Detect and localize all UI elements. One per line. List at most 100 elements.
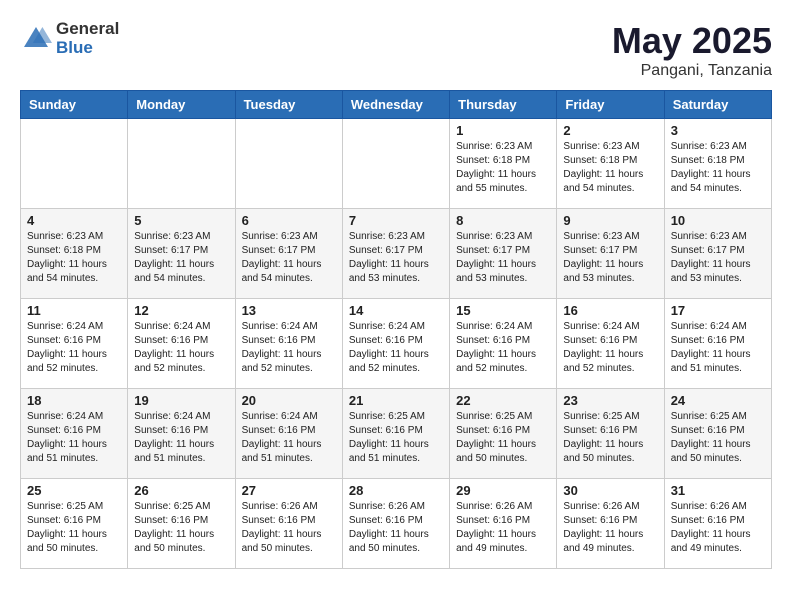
title-block: May 2025 Pangani, Tanzania bbox=[612, 20, 772, 80]
calendar-day-1: 1 Sunrise: 6:23 AM Sunset: 6:18 PM Daylig… bbox=[450, 119, 557, 209]
weekday-header-tuesday: Tuesday bbox=[235, 91, 342, 119]
day-info: Sunrise: 6:24 AM Sunset: 6:16 PM Dayligh… bbox=[134, 410, 228, 466]
day-info: Sunrise: 6:25 AM Sunset: 6:16 PM Dayligh… bbox=[27, 500, 121, 556]
calendar-day-21: 21 Sunrise: 6:25 AM Sunset: 6:16 PM Dayli… bbox=[342, 389, 449, 479]
calendar-day-4: 4 Sunrise: 6:23 AM Sunset: 6:18 PM Daylig… bbox=[21, 209, 128, 299]
day-number: 25 bbox=[27, 483, 121, 498]
day-number: 8 bbox=[456, 213, 550, 228]
calendar-day-27: 27Sunrise: 6:26 AM Sunset: 6:16 PM Dayli… bbox=[235, 479, 342, 569]
day-number: 2 bbox=[563, 123, 657, 138]
logo: General Blue bbox=[20, 20, 119, 57]
day-number: 4 bbox=[27, 213, 121, 228]
weekday-header-saturday: Saturday bbox=[664, 91, 771, 119]
calendar-title: May 2025 bbox=[612, 20, 772, 62]
calendar-week-5: 25 Sunrise: 6:25 AM Sunset: 6:16 PM Dayli… bbox=[21, 479, 772, 569]
day-info: Sunrise: 6:24 AM Sunset: 6:16 PM Dayligh… bbox=[349, 320, 443, 376]
day-number: 31 bbox=[671, 483, 765, 498]
day-number: 5 bbox=[134, 213, 228, 228]
day-info: Sunrise: 6:23 AM Sunset: 6:18 PM Dayligh… bbox=[456, 140, 550, 196]
day-info: Sunrise: 6:23 AM Sunset: 6:18 PM Dayligh… bbox=[563, 140, 657, 196]
day-info: Sunrise: 6:24 AM Sunset: 6:16 PM Dayligh… bbox=[27, 320, 121, 376]
logo-icon bbox=[20, 23, 52, 55]
day-info: Sunrise: 6:23 AM Sunset: 6:17 PM Dayligh… bbox=[134, 230, 228, 286]
day-number: 28 bbox=[349, 483, 443, 498]
calendar-location: Pangani, Tanzania bbox=[612, 62, 772, 80]
day-number: 29 bbox=[456, 483, 550, 498]
day-number: 11 bbox=[27, 303, 121, 318]
calendar-empty-cell bbox=[128, 119, 235, 209]
calendar-day-24: 24Sunrise: 6:25 AM Sunset: 6:16 PM Dayli… bbox=[664, 389, 771, 479]
calendar-empty-cell bbox=[235, 119, 342, 209]
weekday-header-monday: Monday bbox=[128, 91, 235, 119]
calendar-day-31: 31 Sunrise: 6:26 AM Sunset: 6:16 PM Dayli… bbox=[664, 479, 771, 569]
day-number: 10 bbox=[671, 213, 765, 228]
calendar-table: SundayMondayTuesdayWednesdayThursdayFrid… bbox=[20, 90, 772, 569]
calendar-day-30: 30 Sunrise: 6:26 AM Sunset: 6:16 PM Dayli… bbox=[557, 479, 664, 569]
day-info: Sunrise: 6:25 AM Sunset: 6:16 PM Dayligh… bbox=[456, 410, 550, 466]
calendar-day-7: 7Sunrise: 6:23 AM Sunset: 6:17 PM Daylig… bbox=[342, 209, 449, 299]
day-number: 9 bbox=[563, 213, 657, 228]
calendar-day-2: 2 Sunrise: 6:23 AM Sunset: 6:18 PM Daylig… bbox=[557, 119, 664, 209]
day-number: 17 bbox=[671, 303, 765, 318]
calendar-day-9: 9 Sunrise: 6:23 AM Sunset: 6:17 PM Daylig… bbox=[557, 209, 664, 299]
day-info: Sunrise: 6:23 AM Sunset: 6:18 PM Dayligh… bbox=[27, 230, 121, 286]
day-info: Sunrise: 6:25 AM Sunset: 6:16 PM Dayligh… bbox=[563, 410, 657, 466]
calendar-day-12: 12Sunrise: 6:24 AM Sunset: 6:16 PM Dayli… bbox=[128, 299, 235, 389]
weekday-header-row: SundayMondayTuesdayWednesdayThursdayFrid… bbox=[21, 91, 772, 119]
weekday-header-thursday: Thursday bbox=[450, 91, 557, 119]
day-number: 21 bbox=[349, 393, 443, 408]
day-number: 30 bbox=[563, 483, 657, 498]
day-number: 27 bbox=[242, 483, 336, 498]
calendar-day-6: 6 Sunrise: 6:23 AM Sunset: 6:17 PM Daylig… bbox=[235, 209, 342, 299]
day-number: 24 bbox=[671, 393, 765, 408]
day-info: Sunrise: 6:25 AM Sunset: 6:16 PM Dayligh… bbox=[134, 500, 228, 556]
calendar-day-28: 28Sunrise: 6:26 AM Sunset: 6:16 PM Dayli… bbox=[342, 479, 449, 569]
day-number: 1 bbox=[456, 123, 550, 138]
calendar-week-2: 4 Sunrise: 6:23 AM Sunset: 6:18 PM Daylig… bbox=[21, 209, 772, 299]
calendar-day-8: 8 Sunrise: 6:23 AM Sunset: 6:17 PM Daylig… bbox=[450, 209, 557, 299]
calendar-day-11: 11 Sunrise: 6:24 AM Sunset: 6:16 PM Dayli… bbox=[21, 299, 128, 389]
calendar-day-13: 13Sunrise: 6:24 AM Sunset: 6:16 PM Dayli… bbox=[235, 299, 342, 389]
weekday-header-friday: Friday bbox=[557, 91, 664, 119]
day-info: Sunrise: 6:24 AM Sunset: 6:16 PM Dayligh… bbox=[27, 410, 121, 466]
day-number: 6 bbox=[242, 213, 336, 228]
weekday-header-wednesday: Wednesday bbox=[342, 91, 449, 119]
day-info: Sunrise: 6:26 AM Sunset: 6:16 PM Dayligh… bbox=[671, 500, 765, 556]
day-number: 3 bbox=[671, 123, 765, 138]
day-info: Sunrise: 6:23 AM Sunset: 6:17 PM Dayligh… bbox=[563, 230, 657, 286]
calendar-week-4: 18 Sunrise: 6:24 AM Sunset: 6:16 PM Dayli… bbox=[21, 389, 772, 479]
day-number: 13 bbox=[242, 303, 336, 318]
calendar-day-16: 16 Sunrise: 6:24 AM Sunset: 6:16 PM Dayli… bbox=[557, 299, 664, 389]
calendar-day-15: 15Sunrise: 6:24 AM Sunset: 6:16 PM Dayli… bbox=[450, 299, 557, 389]
day-info: Sunrise: 6:24 AM Sunset: 6:16 PM Dayligh… bbox=[242, 410, 336, 466]
day-info: Sunrise: 6:26 AM Sunset: 6:16 PM Dayligh… bbox=[456, 500, 550, 556]
calendar-day-29: 29 Sunrise: 6:26 AM Sunset: 6:16 PM Dayli… bbox=[450, 479, 557, 569]
calendar-empty-cell bbox=[342, 119, 449, 209]
calendar-empty-cell bbox=[21, 119, 128, 209]
day-number: 15 bbox=[456, 303, 550, 318]
calendar-day-19: 19 Sunrise: 6:24 AM Sunset: 6:16 PM Dayli… bbox=[128, 389, 235, 479]
calendar-day-26: 26 Sunrise: 6:25 AM Sunset: 6:16 PM Dayli… bbox=[128, 479, 235, 569]
day-number: 23 bbox=[563, 393, 657, 408]
day-info: Sunrise: 6:24 AM Sunset: 6:16 PM Dayligh… bbox=[671, 320, 765, 376]
calendar-day-18: 18 Sunrise: 6:24 AM Sunset: 6:16 PM Dayli… bbox=[21, 389, 128, 479]
day-number: 7 bbox=[349, 213, 443, 228]
day-info: Sunrise: 6:25 AM Sunset: 6:16 PM Dayligh… bbox=[349, 410, 443, 466]
calendar-week-1: 1 Sunrise: 6:23 AM Sunset: 6:18 PM Daylig… bbox=[21, 119, 772, 209]
day-info: Sunrise: 6:26 AM Sunset: 6:16 PM Dayligh… bbox=[563, 500, 657, 556]
day-number: 19 bbox=[134, 393, 228, 408]
day-number: 16 bbox=[563, 303, 657, 318]
logo-text: General Blue bbox=[56, 20, 119, 57]
calendar-day-10: 10Sunrise: 6:23 AM Sunset: 6:17 PM Dayli… bbox=[664, 209, 771, 299]
logo-blue: Blue bbox=[56, 39, 119, 58]
day-info: Sunrise: 6:24 AM Sunset: 6:16 PM Dayligh… bbox=[563, 320, 657, 376]
calendar-week-3: 11 Sunrise: 6:24 AM Sunset: 6:16 PM Dayli… bbox=[21, 299, 772, 389]
weekday-header-sunday: Sunday bbox=[21, 91, 128, 119]
day-info: Sunrise: 6:23 AM Sunset: 6:17 PM Dayligh… bbox=[242, 230, 336, 286]
calendar-day-17: 17 Sunrise: 6:24 AM Sunset: 6:16 PM Dayli… bbox=[664, 299, 771, 389]
day-number: 26 bbox=[134, 483, 228, 498]
day-number: 12 bbox=[134, 303, 228, 318]
calendar-day-3: 3Sunrise: 6:23 AM Sunset: 6:18 PM Daylig… bbox=[664, 119, 771, 209]
day-number: 18 bbox=[27, 393, 121, 408]
day-info: Sunrise: 6:23 AM Sunset: 6:17 PM Dayligh… bbox=[456, 230, 550, 286]
